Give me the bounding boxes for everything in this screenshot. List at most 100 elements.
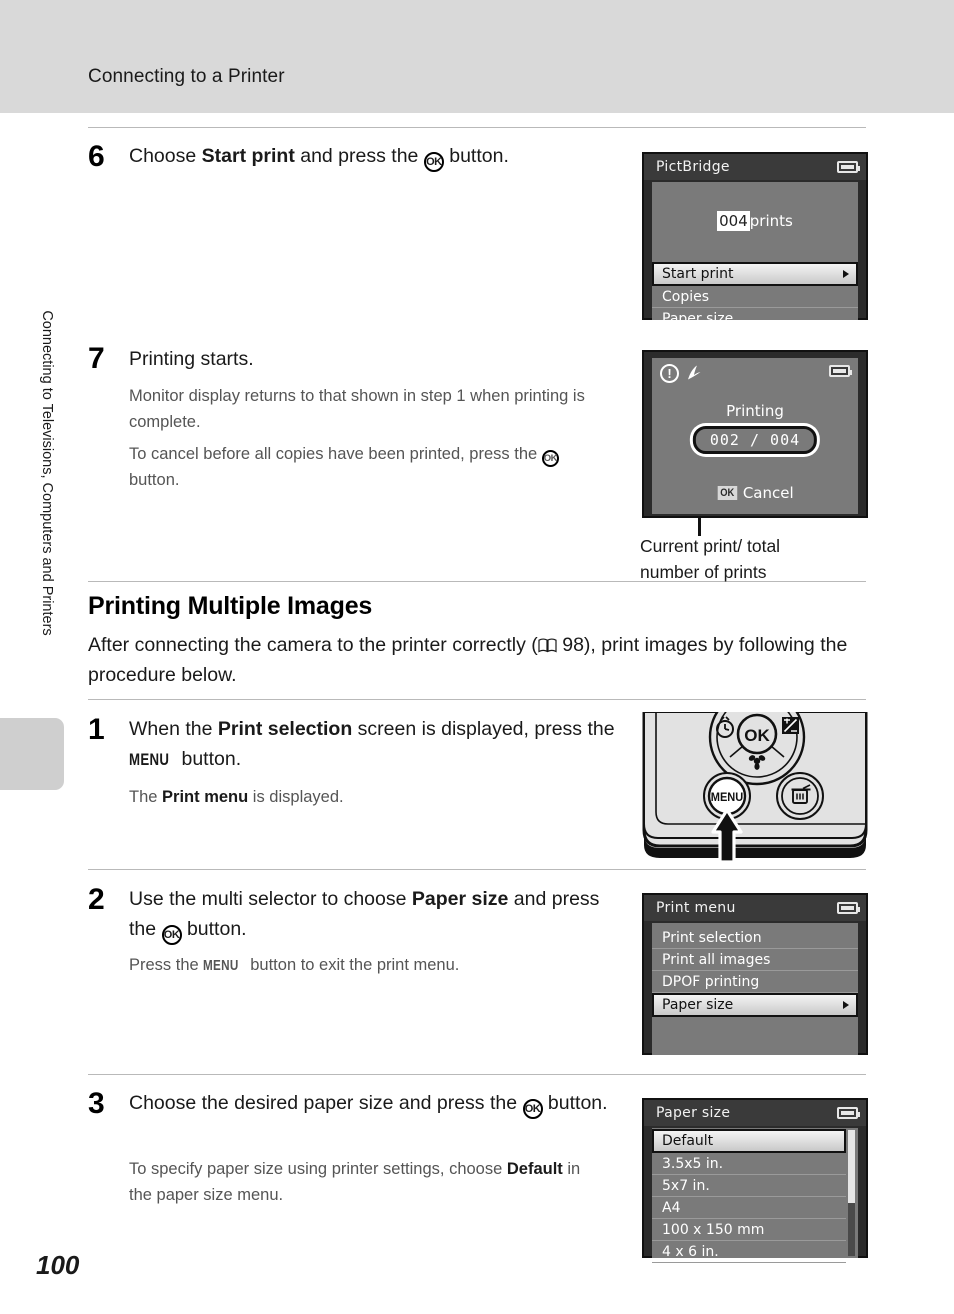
print-menu-item-dpof-printing[interactable]: DPOF printing — [652, 971, 858, 993]
menu-button-icon: MENU — [129, 750, 170, 769]
menu-button-icon: MENU — [203, 957, 239, 974]
ok-button-chip-icon: OK — [718, 486, 738, 500]
step-3-sub-bold: Default — [506, 1160, 563, 1178]
page-header-band — [0, 0, 954, 113]
svg-text:MENU: MENU — [711, 792, 743, 804]
step-6-text: Choose Start print and press the OK butt… — [129, 141, 619, 172]
paper-size-title: Paper size — [656, 1105, 731, 1121]
step-2-sub-after: button to exit the print menu. — [245, 956, 460, 974]
pictbridge-item-copies[interactable]: Copies — [652, 286, 858, 308]
printing-cancel-row[interactable]: OK Cancel — [652, 484, 858, 502]
step-2-bold: Paper size — [411, 888, 509, 910]
step-6-number: 6 — [88, 140, 105, 173]
print-menu-item-label: Print all images — [662, 952, 771, 968]
paper-size-item-a4[interactable]: A4 — [652, 1197, 846, 1219]
step-6-text-after: button. — [443, 145, 509, 167]
battery-icon — [829, 365, 852, 377]
print-menu-item-paper-size[interactable]: Paper size — [652, 993, 858, 1017]
page-number: 100 — [36, 1250, 80, 1280]
printing-body: ! Printing 002 / 004 OK Cancel — [652, 358, 858, 514]
section-title: Printing Multiple Images — [88, 592, 373, 620]
step-2-sub: Press the MENU button to exit the print … — [129, 952, 619, 979]
pictbridge-item-label: Start print — [662, 266, 734, 282]
print-menu-item-print-selection[interactable]: Print selection — [652, 927, 858, 949]
step-3-sub: To specify paper size using printer sett… — [129, 1156, 599, 1208]
step-6-bold: Start print — [201, 145, 295, 167]
paper-size-body: Default 3.5x5 in. 5x7 in. A4 100 x 150 m… — [652, 1128, 858, 1282]
screen-print-menu: Print menu Print selection Print all ima… — [642, 893, 868, 1055]
paper-size-item-label: 4 x 6 in. — [662, 1244, 719, 1260]
step-1-sub-after: is displayed. — [248, 788, 344, 806]
divider-rule-step2 — [88, 869, 866, 870]
print-progress-counter: 002 / 004 — [692, 426, 818, 454]
step-2-sub-before: Press the — [129, 956, 204, 974]
divider-rule-step1 — [88, 699, 866, 700]
paper-size-item-label: A4 — [662, 1200, 681, 1216]
paper-size-title-bar: Paper size — [644, 1100, 866, 1126]
ok-button-icon: OK — [161, 925, 182, 945]
print-count-value: 004 — [717, 211, 750, 231]
step-1-bold: Print selection — [217, 718, 353, 740]
step-1-number: 1 — [88, 713, 105, 746]
step-1-text-before: When the — [129, 718, 218, 740]
printing-status-label: Printing — [726, 402, 784, 420]
pictbridge-menu-list: Start print Copies Paper size — [652, 262, 858, 330]
step-3-sub-before: To specify paper size using printer sett… — [129, 1160, 507, 1178]
step-3-number: 3 — [88, 1087, 105, 1120]
step-2-text-after: button. — [181, 918, 247, 940]
divider-rule-top — [88, 127, 866, 128]
screen-printing: ! Printing 002 / 004 OK Cancel — [642, 350, 868, 518]
paper-size-item-label: 5x7 in. — [662, 1178, 710, 1194]
print-menu-body: Print selection Print all images DPOF pr… — [652, 923, 858, 1055]
battery-icon — [837, 902, 860, 914]
screen-paper-size: Paper size Default 3.5x5 in. 5x7 in. A4 … — [642, 1098, 868, 1282]
step-7-para-2: To cancel before all copies have been pr… — [129, 441, 609, 493]
step-3-text-before: Choose the desired paper size and press … — [129, 1092, 523, 1114]
print-menu-list: Print selection Print all images DPOF pr… — [652, 927, 858, 1017]
svg-text:OK: OK — [744, 726, 770, 745]
printing-warning-icons: ! — [660, 364, 705, 383]
step-1-text: When the Print selection screen is displ… — [129, 714, 624, 775]
step-3-text: Choose the desired paper size and press … — [129, 1088, 619, 1119]
paper-size-item-5x7[interactable]: 5x7 in. — [652, 1175, 846, 1197]
step-7-number: 7 — [88, 342, 105, 375]
step-2-text-before: Use the multi selector to choose — [129, 888, 412, 910]
paper-size-scrollbar-thumb[interactable] — [848, 1130, 855, 1204]
screen-pictbridge: PictBridge 004 prints Start print Copies … — [642, 152, 868, 327]
paper-size-item-35x5[interactable]: 3.5x5 in. — [652, 1153, 846, 1175]
paper-size-item-4x6[interactable]: 4 x 6 in. — [652, 1241, 846, 1263]
chevron-right-icon — [843, 270, 849, 278]
camera-shake-icon — [685, 364, 705, 383]
step-2-number: 2 — [88, 883, 105, 916]
pictbridge-item-label: Paper size — [662, 311, 734, 327]
print-menu-item-print-all-images[interactable]: Print all images — [652, 949, 858, 971]
callout-line-1: Current print/ total — [640, 536, 781, 556]
pictbridge-item-start-print[interactable]: Start print — [652, 262, 858, 286]
paper-size-item-8x10[interactable]: 8 x 10 in. — [652, 1263, 846, 1285]
step-7-para2-after: button. — [129, 471, 180, 489]
book-reference-icon — [538, 632, 557, 653]
step-7-title: Printing starts. — [129, 348, 254, 370]
step-3-text-after: button. — [542, 1092, 608, 1114]
paper-size-scrollbar[interactable] — [848, 1130, 855, 1256]
camera-back-illustration: OK MENU — [642, 688, 868, 864]
paper-size-item-100x150mm[interactable]: 100 x 150 mm — [652, 1219, 846, 1241]
print-count-unit: prints — [749, 212, 793, 230]
section-para-before: After connecting the camera to the print… — [88, 634, 538, 656]
paper-size-item-label: 8 x 10 in. — [662, 1266, 728, 1282]
cancel-label: Cancel — [742, 484, 794, 502]
pictbridge-print-count: 004 prints — [652, 211, 858, 231]
step-1-text-mid: screen is displayed, press the — [352, 718, 615, 740]
paper-size-item-default[interactable]: Default — [652, 1129, 846, 1153]
ok-button-icon: OK — [541, 450, 559, 467]
print-menu-title-bar: Print menu — [644, 895, 866, 921]
divider-rule-step3 — [88, 1074, 866, 1075]
print-menu-item-label: Paper size — [662, 997, 734, 1013]
ok-button-icon: OK — [423, 152, 444, 172]
pictbridge-item-paper-size[interactable]: Paper size — [652, 308, 858, 330]
running-head: Connecting to a Printer — [88, 66, 285, 87]
paper-size-item-label: Default — [662, 1133, 714, 1149]
print-menu-item-label: DPOF printing — [662, 974, 760, 990]
thumb-index-tab — [0, 718, 64, 790]
section-paragraph: After connecting the camera to the print… — [88, 630, 878, 690]
